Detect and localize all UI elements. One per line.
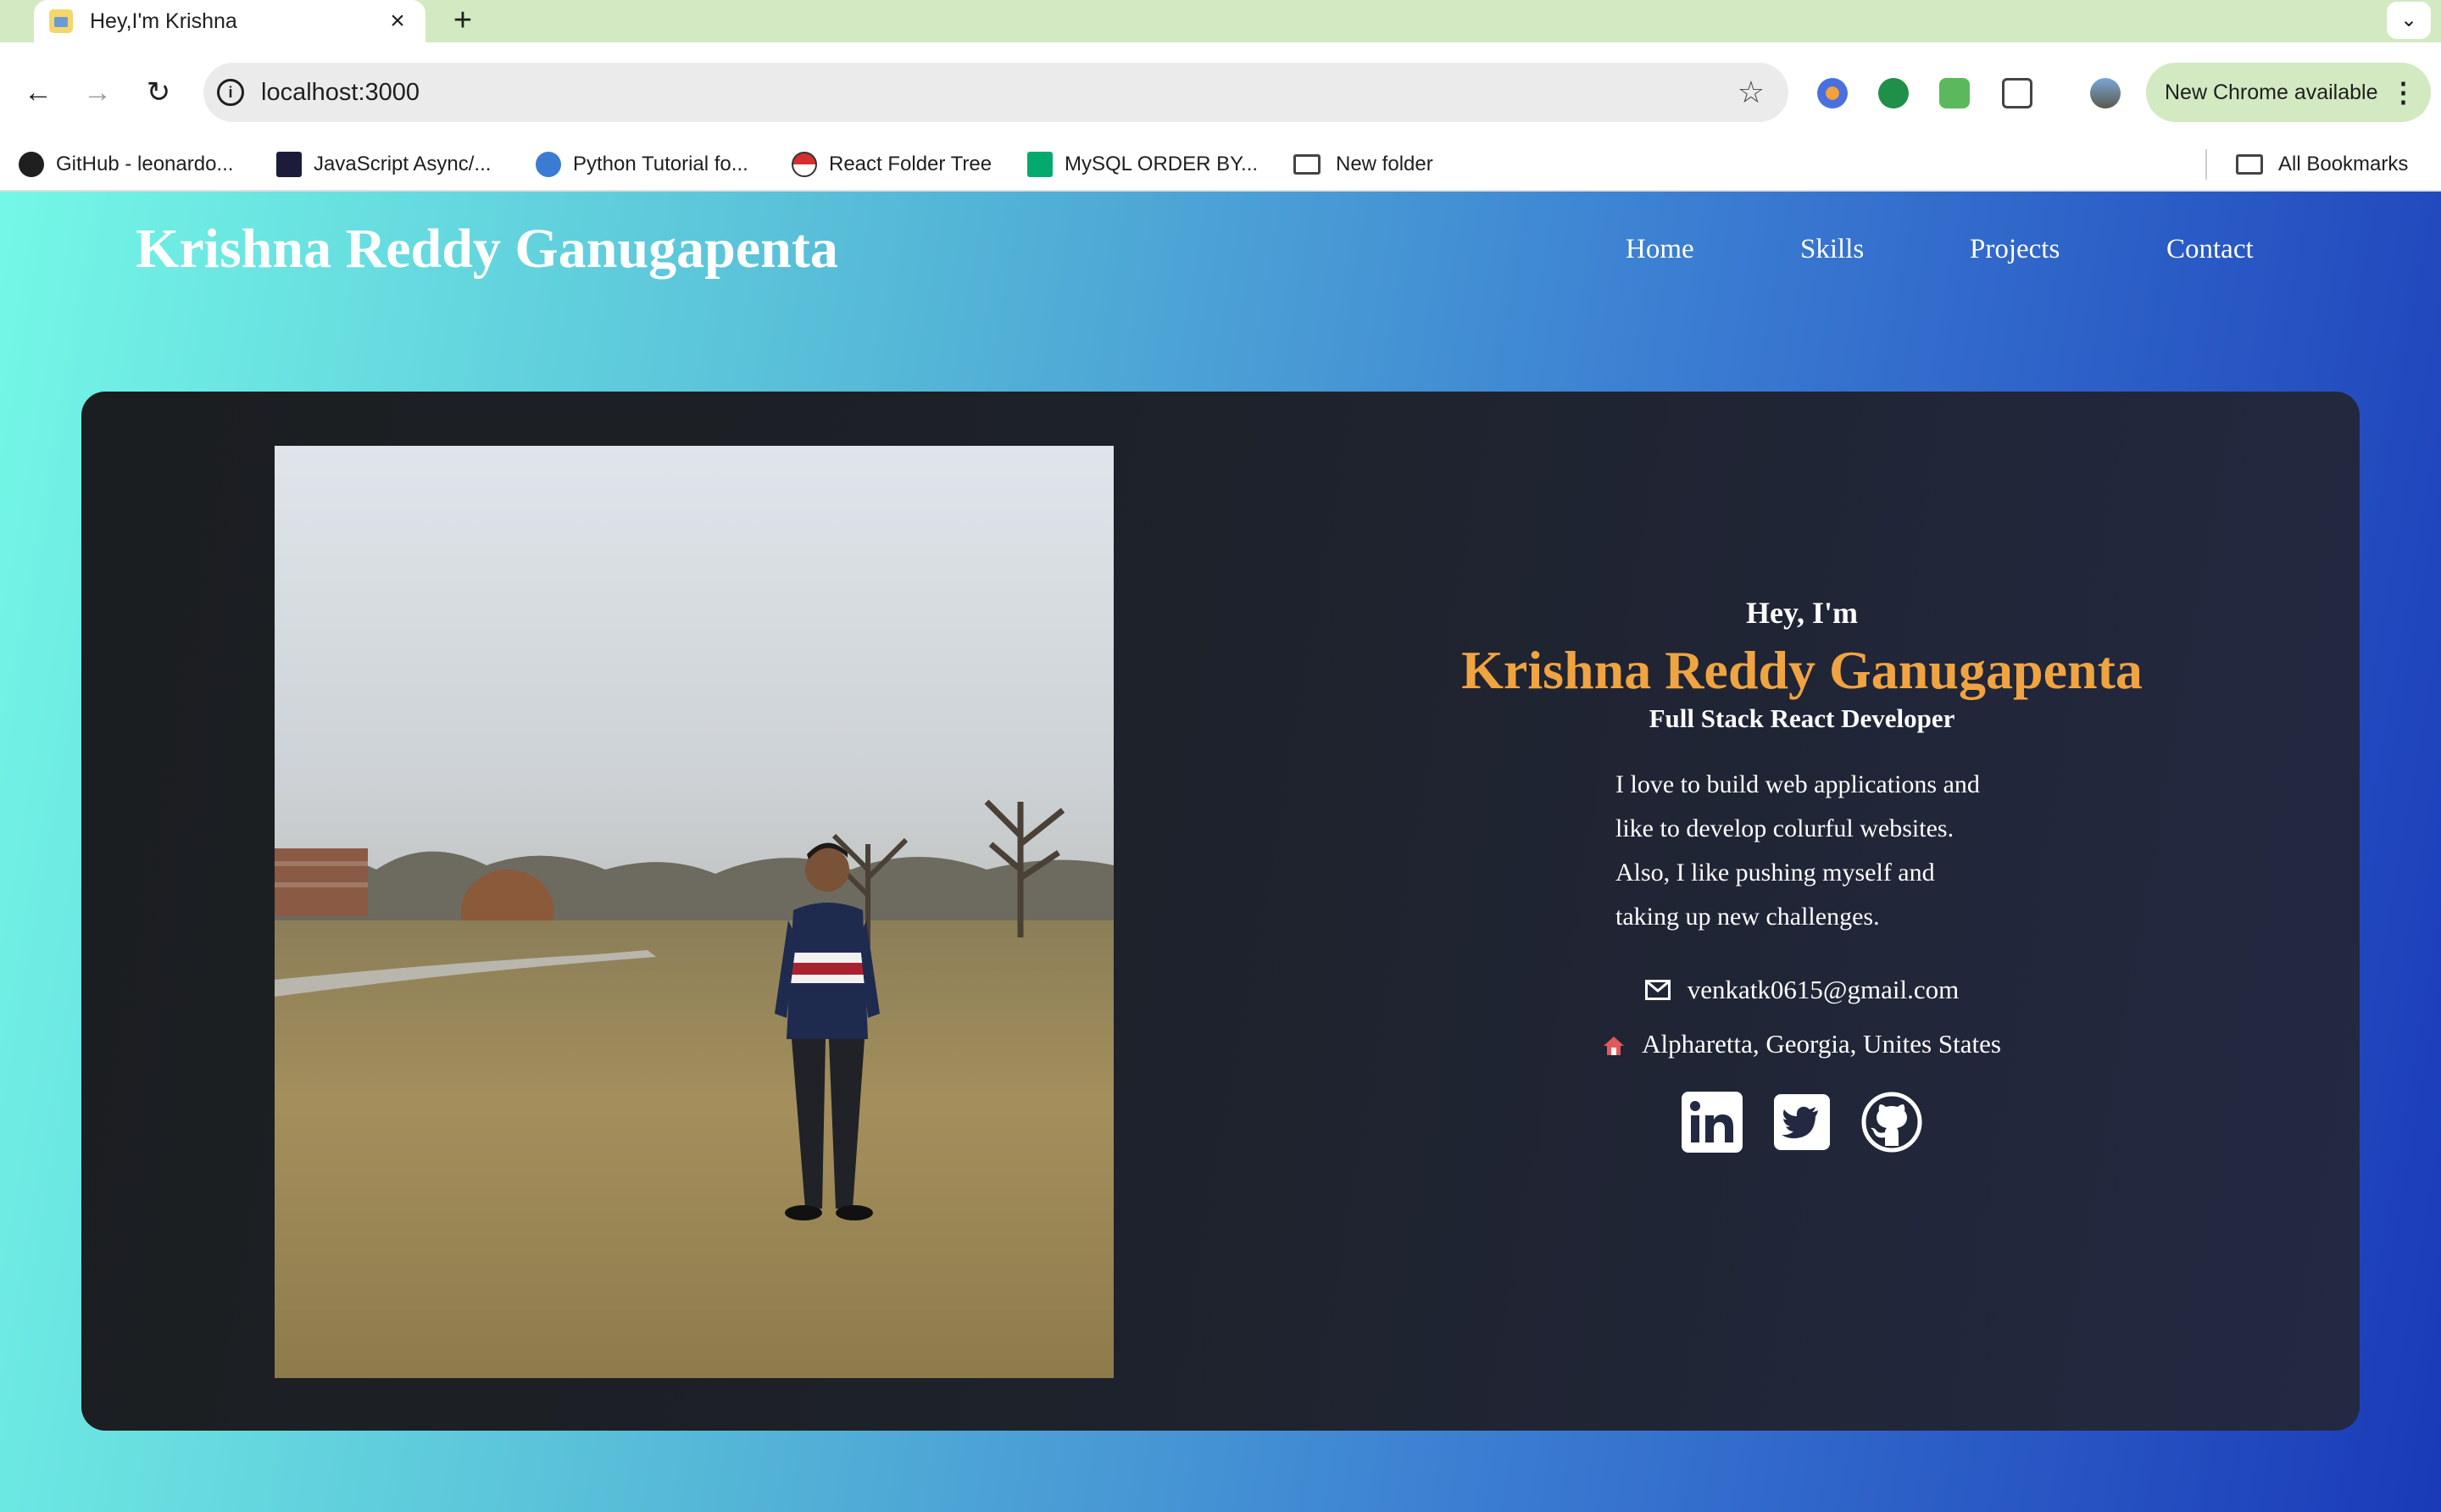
bookmark-label: Python Tutorial fo... <box>573 153 748 175</box>
profile-avatar[interactable] <box>2090 78 2121 108</box>
email-text[interactable]: venkatk0615@gmail.com <box>1688 975 1959 1005</box>
mail-icon <box>1644 980 1671 1000</box>
bookmarks-divider <box>2205 149 2207 180</box>
portfolio-page: Krishna Reddy Ganugapenta Home Skills Pr… <box>0 192 2441 1512</box>
tab-active[interactable]: Hey,I'm Krishna × <box>34 0 425 42</box>
github-icon <box>19 152 44 177</box>
new-chrome-available-button[interactable]: New Chrome available ⋮ <box>2146 63 2431 122</box>
social-links <box>1336 1092 2268 1153</box>
bookmark-label: MySQL ORDER BY... <box>1065 153 1259 175</box>
github-icon[interactable] <box>1861 1092 1922 1153</box>
all-bookmarks-button[interactable]: All Bookmarks <box>2236 149 2408 180</box>
tab-title: Hey,I'm Krishna <box>90 8 237 33</box>
folder-icon <box>2236 154 2263 175</box>
bookmark-label: React Folder Tree <box>829 153 993 175</box>
chevron-down-icon[interactable]: ⌄ <box>2387 2 2431 39</box>
extension-icon[interactable] <box>1817 78 1848 108</box>
js-bookmark-icon <box>276 152 302 177</box>
bookmark-item[interactable]: MySQL ORDER BY... <box>1027 149 1258 180</box>
folder-icon <box>1293 154 1321 175</box>
w3-bookmark-icon <box>1027 152 1053 177</box>
back-arrow-icon[interactable]: ← <box>17 71 59 114</box>
site-logo[interactable]: Krishna Reddy Ganugapenta <box>136 217 838 281</box>
update-label: New Chrome available <box>2165 80 2378 104</box>
hero-intro: Hey, I'm Krishna Reddy Ganugapenta Full … <box>1336 595 2268 1153</box>
grammarly-icon[interactable] <box>1878 78 1909 108</box>
close-icon[interactable]: × <box>385 7 410 36</box>
bookmark-label: JavaScript Async/... <box>314 153 492 175</box>
nav-skills[interactable]: Skills <box>1800 234 1864 265</box>
bookmark-star-icon[interactable]: ☆ <box>1738 75 1765 110</box>
bio-text: I love to build web applications and lik… <box>1615 770 1980 931</box>
bookmark-item[interactable]: React Folder Tree <box>792 149 992 180</box>
nav-home[interactable]: Home <box>1626 234 1694 265</box>
nav-contact[interactable]: Contact <box>2166 234 2254 265</box>
bookmarks-bar: GitHub - leonardo... JavaScript Async/..… <box>0 139 2441 192</box>
tab-favicon-icon <box>49 9 73 33</box>
hero-card: Hey, I'm Krishna Reddy Ganugapenta Full … <box>81 392 2360 1431</box>
url-text[interactable]: localhost:3000 <box>261 79 1738 107</box>
extension-robot-icon[interactable] <box>1939 78 1970 108</box>
house-icon <box>1603 1033 1625 1055</box>
linkedin-icon[interactable] <box>1682 1092 1743 1153</box>
address-bar[interactable]: i localhost:3000 ☆ <box>203 63 1788 122</box>
python-bookmark-icon <box>536 152 561 177</box>
email-row[interactable]: venkatk0615@gmail.com <box>1336 975 2268 1005</box>
twitter-icon[interactable] <box>1771 1092 1832 1153</box>
bookmark-label: New folder <box>1336 153 1433 175</box>
hero-name: Krishna Reddy Ganugapenta <box>1461 640 2143 700</box>
all-bookmarks-label: All Bookmarks <box>2278 153 2409 175</box>
react-bookmark-icon <box>792 152 817 177</box>
role-title: Full Stack React Developer <box>1649 703 1955 733</box>
location-row: Alpharetta, Georgia, Unites States <box>1336 1029 2268 1059</box>
bookmark-item[interactable]: Python Tutorial fo... <box>536 149 748 180</box>
reload-icon[interactable]: ↻ <box>137 71 180 114</box>
site-info-icon[interactable]: i <box>217 79 244 106</box>
profile-photo <box>275 446 1114 1378</box>
tab-strip: Hey,I'm Krishna × + ⌄ <box>0 0 2441 42</box>
bookmark-folder[interactable]: New folder <box>1293 149 1433 180</box>
browser-toolbar: ← → ↻ i localhost:3000 ☆ New Chrome avai… <box>0 42 2441 144</box>
new-tab-button[interactable]: + <box>446 2 480 39</box>
forward-arrow-icon[interactable]: → <box>76 71 119 114</box>
extensions-puzzle-icon[interactable] <box>2002 78 2032 108</box>
bookmark-item[interactable]: GitHub - leonardo... <box>19 149 233 180</box>
location-text: Alpharetta, Georgia, Unites States <box>1642 1029 2001 1059</box>
greeting: Hey, I'm <box>1746 596 1858 630</box>
more-menu-icon[interactable]: ⋮ <box>2390 76 2417 108</box>
nav-projects[interactable]: Projects <box>1970 234 2060 265</box>
bookmark-label: GitHub - leonardo... <box>56 153 234 175</box>
bookmark-item[interactable]: JavaScript Async/... <box>276 149 491 180</box>
